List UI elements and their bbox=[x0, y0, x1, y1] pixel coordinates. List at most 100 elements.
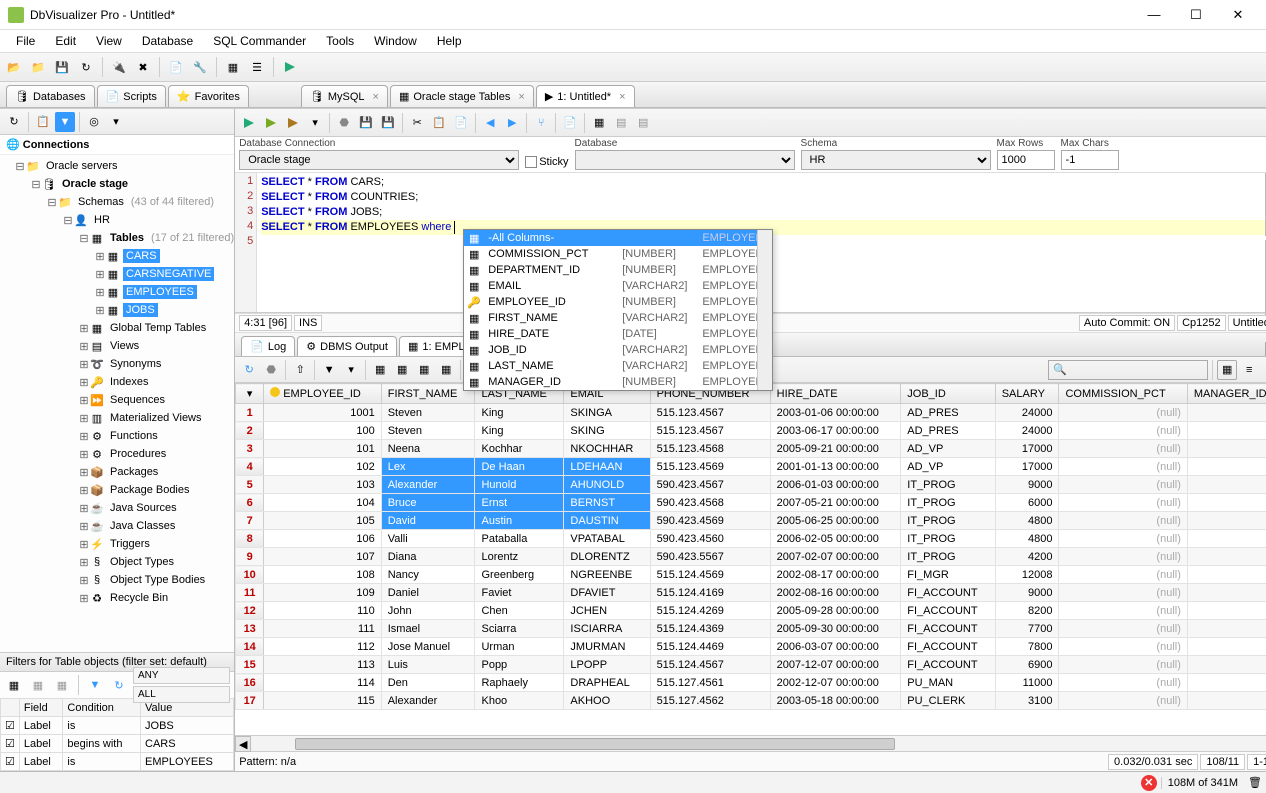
result-tab-dbms-output[interactable]: ⚙DBMS Output bbox=[297, 336, 397, 356]
save-sql-icon[interactable]: 💾 bbox=[356, 113, 376, 133]
ac-item-hire-date[interactable]: ▦HIRE_DATE[DATE]EMPLOYEES bbox=[464, 326, 772, 342]
script-icon[interactable]: 📄 bbox=[166, 57, 186, 77]
menu-sql-commander[interactable]: SQL Commander bbox=[203, 31, 316, 51]
tree-node-recycle-bin[interactable]: ⊞♻Recycle Bin bbox=[0, 589, 234, 607]
tree-node-indexes[interactable]: ⊞🔑Indexes bbox=[0, 373, 234, 391]
tree-node-triggers[interactable]: ⊞⚡Triggers bbox=[0, 535, 234, 553]
table-row[interactable]: 15113LuisPoppLPOPP515.124.45672007-12-07… bbox=[236, 656, 1266, 674]
grid-mode-icon[interactable]: ▦ bbox=[1217, 360, 1237, 380]
filter-row[interactable]: ☑Labelbegins withCARS bbox=[1, 735, 234, 753]
reload-icon[interactable]: ↻ bbox=[109, 675, 129, 695]
table-row[interactable]: 11001StevenKingSKINGA515.123.45672003-01… bbox=[236, 404, 1266, 422]
col-hire_date[interactable]: HIRE_DATE bbox=[770, 384, 901, 404]
execute-current-icon[interactable] bbox=[261, 113, 281, 133]
tree-toggle-icon[interactable]: ⊞ bbox=[78, 340, 90, 353]
target-icon[interactable]: ◎ bbox=[84, 112, 104, 132]
funnel-icon[interactable]: ▼ bbox=[85, 675, 105, 695]
ac-item-employee-id[interactable]: 🔑EMPLOYEE_ID[NUMBER]EMPLOYEES bbox=[464, 294, 772, 310]
tree-toggle-icon[interactable]: ⊞ bbox=[78, 466, 90, 479]
col-manager_id[interactable]: MANAGER_ID bbox=[1187, 384, 1266, 404]
ac-item-first-name[interactable]: ▦FIRST_NAME[VARCHAR2]EMPLOYEES bbox=[464, 310, 772, 326]
object-tree[interactable]: ⊟📁Oracle servers⊟🛢Oracle stage⊟📁Schemas(… bbox=[0, 155, 234, 652]
table-row[interactable]: 3101NeenaKochharNKOCHHAR515.123.45682005… bbox=[236, 440, 1266, 458]
tree-node-cars[interactable]: ⊞▦CARS bbox=[0, 247, 234, 265]
tree-toggle-icon[interactable]: ⊞ bbox=[78, 556, 90, 569]
table-row[interactable]: 16114DenRaphaelyDRAPHEAL515.127.45612002… bbox=[236, 674, 1266, 692]
folder-icon[interactable]: 📁 bbox=[28, 57, 48, 77]
table-row[interactable]: 13111IsmaelSciarraISCIARRA515.124.436920… bbox=[236, 620, 1266, 638]
filter-result-icon[interactable]: ▼ bbox=[319, 360, 339, 380]
tree-toggle-icon[interactable]: ⊞ bbox=[78, 412, 90, 425]
tree-node-schemas[interactable]: ⊟📁Schemas(43 of 44 filtered) bbox=[0, 193, 234, 211]
quick-search[interactable]: 🔍 bbox=[1048, 360, 1208, 380]
next-icon[interactable]: ▶ bbox=[502, 113, 522, 133]
tree-node-synonyms[interactable]: ⊞➰Synonyms bbox=[0, 355, 234, 373]
maxrows-input[interactable] bbox=[997, 150, 1055, 170]
tree-node-object-types[interactable]: ⊞§Object Types bbox=[0, 553, 234, 571]
table-row[interactable]: 8106ValliPataballaVPATABAL590.423.456020… bbox=[236, 530, 1266, 548]
tree-toggle-icon[interactable]: ⊞ bbox=[94, 268, 106, 281]
table-row[interactable]: 7105DavidAustinDAUSTIN590.423.45692005-0… bbox=[236, 512, 1266, 530]
prev-icon[interactable]: ◀ bbox=[480, 113, 500, 133]
cut-icon[interactable]: ✂ bbox=[407, 113, 427, 133]
tree-toggle-icon[interactable]: ⊞ bbox=[78, 430, 90, 443]
autocomplete-popup[interactable]: ▦-All Columns-EMPLOYEES▦COMMISSION_PCT[N… bbox=[463, 229, 773, 391]
table-row[interactable]: 14112Jose ManuelUrmanJMURMAN515.124.4469… bbox=[236, 638, 1266, 656]
tree-toggle-icon[interactable]: ⊞ bbox=[78, 520, 90, 533]
result-grid[interactable]: ▾EMPLOYEE_IDFIRST_NAMELAST_NAMEEMAILPHON… bbox=[235, 383, 1266, 710]
result-tab-log[interactable]: 📄Log bbox=[241, 336, 295, 356]
ac-item-job-id[interactable]: ▦JOB_ID[VARCHAR2]EMPLOYEES bbox=[464, 342, 772, 358]
tree-node-functions[interactable]: ⊞⚙Functions bbox=[0, 427, 234, 445]
menu-window[interactable]: Window bbox=[364, 31, 427, 51]
maxchars-input[interactable] bbox=[1061, 150, 1119, 170]
table-row[interactable]: 17115AlexanderKhooAKHOO515.127.45622003-… bbox=[236, 692, 1266, 710]
connect-icon[interactable]: 🔌 bbox=[109, 57, 129, 77]
close-button[interactable]: ✕ bbox=[1218, 3, 1258, 27]
scroll-left-icon[interactable]: ◀ bbox=[235, 736, 251, 752]
tree-node-materialized-views[interactable]: ⊞▥Materialized Views bbox=[0, 409, 234, 427]
grid-scrollbar[interactable]: ◀ ▶ bbox=[235, 735, 1266, 751]
table-row[interactable]: 4102LexDe HaanLDEHAAN515.123.45692001-01… bbox=[236, 458, 1266, 476]
wrench-icon[interactable]: 🔧 bbox=[190, 57, 210, 77]
tab-1-untitled-[interactable]: ▶1: Untitled*× bbox=[536, 85, 635, 107]
tree-node-procedures[interactable]: ⊞⚙Procedures bbox=[0, 445, 234, 463]
tree-toggle-icon[interactable]: ⊞ bbox=[78, 322, 90, 335]
menu-file[interactable]: File bbox=[6, 31, 45, 51]
scroll-thumb[interactable] bbox=[295, 738, 895, 750]
tree-toggle-icon[interactable]: ⊟ bbox=[46, 196, 58, 209]
doc-icon[interactable]: 📄 bbox=[560, 113, 580, 133]
run-icon[interactable] bbox=[280, 57, 300, 77]
table-row[interactable]: 10108NancyGreenbergNGREENBE515.124.45692… bbox=[236, 566, 1266, 584]
table-icon[interactable]: ☰ bbox=[247, 57, 267, 77]
error-icon[interactable]: ✕ bbox=[1141, 775, 1157, 791]
tree-toggle-icon[interactable]: ⊞ bbox=[94, 250, 106, 263]
refresh-icon[interactable]: ↻ bbox=[4, 112, 24, 132]
filter-table[interactable]: FieldConditionValue☑LabelisJOBS☑Labelbeg… bbox=[0, 698, 234, 771]
close-tab-icon[interactable]: × bbox=[619, 91, 625, 103]
execute-menu-icon[interactable]: ▾ bbox=[305, 113, 325, 133]
col-job_id[interactable]: JOB_ID bbox=[901, 384, 995, 404]
chart-mode-icon[interactable]: ◔ bbox=[1261, 360, 1266, 380]
close-tab-icon[interactable]: × bbox=[373, 91, 379, 103]
tree-node-java-sources[interactable]: ⊞☕Java Sources bbox=[0, 499, 234, 517]
tree-toggle-icon[interactable]: ⊟ bbox=[62, 214, 74, 227]
filter-disable-icon[interactable]: ▦ bbox=[28, 675, 48, 695]
all-button[interactable]: ALL bbox=[133, 686, 230, 703]
copy-sql-icon[interactable]: 📋 bbox=[429, 113, 449, 133]
down-icon[interactable]: ▾ bbox=[106, 112, 126, 132]
col-employee_id[interactable]: EMPLOYEE_ID bbox=[264, 384, 382, 404]
filter-row[interactable]: ☑LabelisJOBS bbox=[1, 717, 234, 735]
execute-icon[interactable] bbox=[239, 113, 259, 133]
ac-item-department-id[interactable]: ▦DEPARTMENT_ID[NUMBER]EMPLOYEES bbox=[464, 262, 772, 278]
copy-icon[interactable]: 📋 bbox=[33, 112, 53, 132]
close-tab-icon[interactable]: × bbox=[518, 91, 524, 103]
menu-help[interactable]: Help bbox=[427, 31, 472, 51]
any-button[interactable]: ANY bbox=[133, 667, 230, 684]
tab-databases[interactable]: 🛢Databases bbox=[6, 85, 95, 107]
menu-tools[interactable]: Tools bbox=[316, 31, 364, 51]
col-commission_pct[interactable]: COMMISSION_PCT bbox=[1059, 384, 1187, 404]
tree-toggle-icon[interactable]: ⊞ bbox=[78, 592, 90, 605]
ac-item-commission-pct[interactable]: ▦COMMISSION_PCT[NUMBER]EMPLOYEES bbox=[464, 246, 772, 262]
tree-node-package-bodies[interactable]: ⊞📦Package Bodies bbox=[0, 481, 234, 499]
tree-node-jobs[interactable]: ⊞▦JOBS bbox=[0, 301, 234, 319]
